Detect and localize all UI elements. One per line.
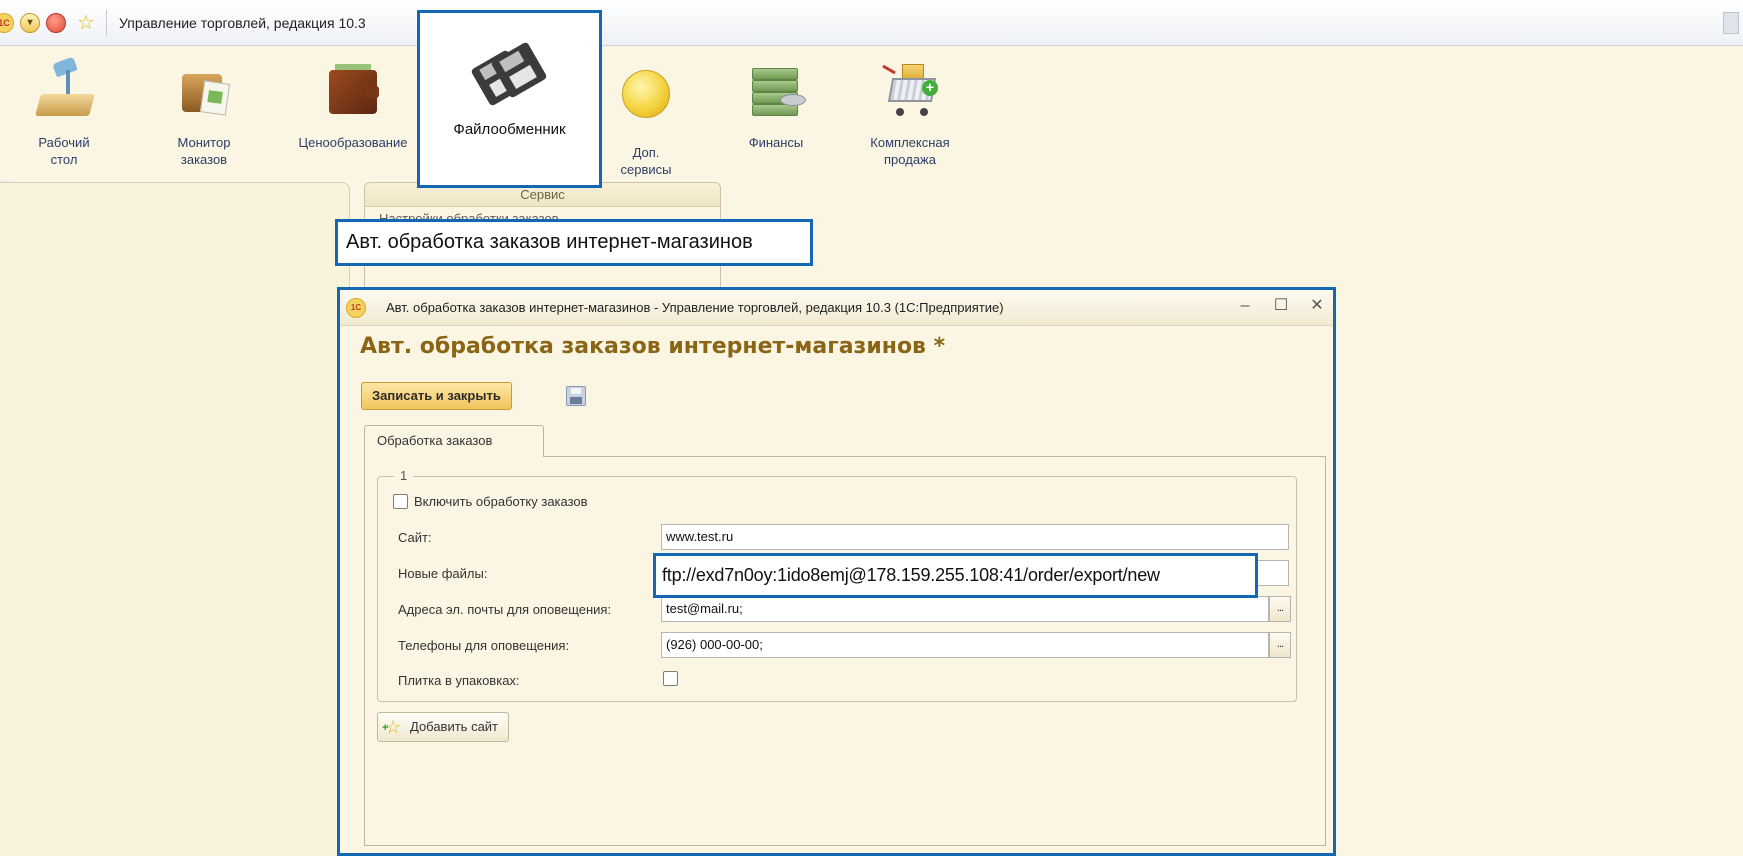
section-pricing[interactable]: Ценообразование [288, 60, 418, 151]
window-control-button[interactable] [1723, 12, 1739, 34]
site-field[interactable]: www.test.ru [661, 524, 1289, 550]
shopping-cart-add-icon: + [880, 60, 940, 120]
minimize-icon[interactable]: – [1237, 298, 1253, 314]
close-circle-button[interactable] [46, 12, 66, 33]
phones-field[interactable]: (926) 000-00-00; [661, 632, 1269, 658]
enable-processing-checkbox[interactable] [393, 494, 408, 509]
emails-field[interactable]: test@mail.ru; [661, 596, 1269, 622]
section-extra-services[interactable]: Доп. сервисы [596, 60, 696, 178]
favorites-star-icon[interactable]: ☆ [74, 11, 98, 35]
wallet-icon [323, 60, 383, 120]
money-stack-icon [746, 60, 806, 120]
section-orders-monitor[interactable]: Монитор заказов [154, 60, 254, 168]
close-icon[interactable]: ✕ [1309, 298, 1325, 314]
section-file-exchange[interactable]: Файлообменник [417, 10, 602, 188]
section-label: Доп. сервисы [620, 145, 672, 177]
phones-select-button[interactable]: ... [1269, 632, 1291, 658]
plus-icon: + [382, 722, 389, 734]
main-titlebar: 1С ▾ ☆ Управление торговлей, редакция 10… [0, 0, 1743, 46]
window-title: Авт. обработка заказов интернет-магазино… [386, 300, 1004, 315]
enable-processing-label: Включить обработку заказов [414, 494, 588, 509]
form-heading: Авт. обработка заказов интернет-магазино… [360, 334, 946, 359]
emails-label: Адреса эл. почты для оповещения: [398, 602, 612, 617]
maximize-icon[interactable]: ☐ [1273, 298, 1289, 314]
section-label: Файлообменник [453, 121, 566, 138]
section-label: Монитор заказов [177, 135, 231, 167]
save-and-close-button[interactable]: Записать и закрыть [361, 382, 512, 410]
tiles-in-packs-label: Плитка в упаковках: [398, 673, 520, 688]
new-files-value-callout[interactable]: ftp://exd7n0oy:1ido8emj@178.159.255.108:… [653, 553, 1258, 598]
sections-panel: Рабочий стол Монитор заказов Ценообразов… [0, 50, 1743, 182]
main-menu-button[interactable]: ▾ [20, 12, 40, 33]
left-panel [0, 182, 350, 856]
emails-select-button[interactable]: ... [1269, 596, 1291, 622]
add-site-button[interactable]: ☆ + Добавить сайт [377, 712, 510, 742]
floppy-disks-icon [469, 41, 550, 113]
titlebar-separator [106, 9, 107, 36]
section-label: Рабочий стол [38, 135, 90, 167]
window-titlebar: 1С Авт. обработка заказов интернет-магаз… [340, 290, 1333, 326]
phones-label: Телефоны для оповещения: [398, 638, 570, 653]
section-label: Финансы [748, 135, 804, 150]
briefcase-report-icon [174, 60, 234, 120]
save-disk-icon[interactable] [566, 386, 586, 406]
tab-panel: 1 Включить обработку заказов Сайт: www.t… [364, 456, 1326, 846]
desk-lamp-icon [34, 56, 95, 120]
service-item-auto-processing[interactable]: Авт. обработка заказов интернет-магазино… [335, 219, 813, 266]
section-finance[interactable]: Финансы [726, 60, 826, 151]
section-label: Комплексная продажа [870, 135, 950, 167]
app-logo-icon: 1С [346, 297, 366, 318]
app-title: Управление торговлей, редакция 10.3 [119, 14, 366, 31]
section-complex-sale[interactable]: + Комплексная продажа [850, 60, 970, 168]
tiles-in-packs-checkbox[interactable] [663, 671, 678, 686]
app-logo-icon[interactable]: 1С [0, 12, 14, 33]
tab-order-processing[interactable]: Обработка заказов [364, 425, 544, 457]
add-site-label: Добавить сайт [410, 719, 499, 734]
group-title: 1 [394, 468, 414, 483]
section-desktop[interactable]: Рабочий стол [14, 56, 114, 168]
site-label: Сайт: [398, 530, 432, 545]
coin-icon [616, 70, 676, 130]
new-files-label: Новые файлы: [398, 566, 488, 581]
section-label: Ценообразование [298, 135, 408, 150]
